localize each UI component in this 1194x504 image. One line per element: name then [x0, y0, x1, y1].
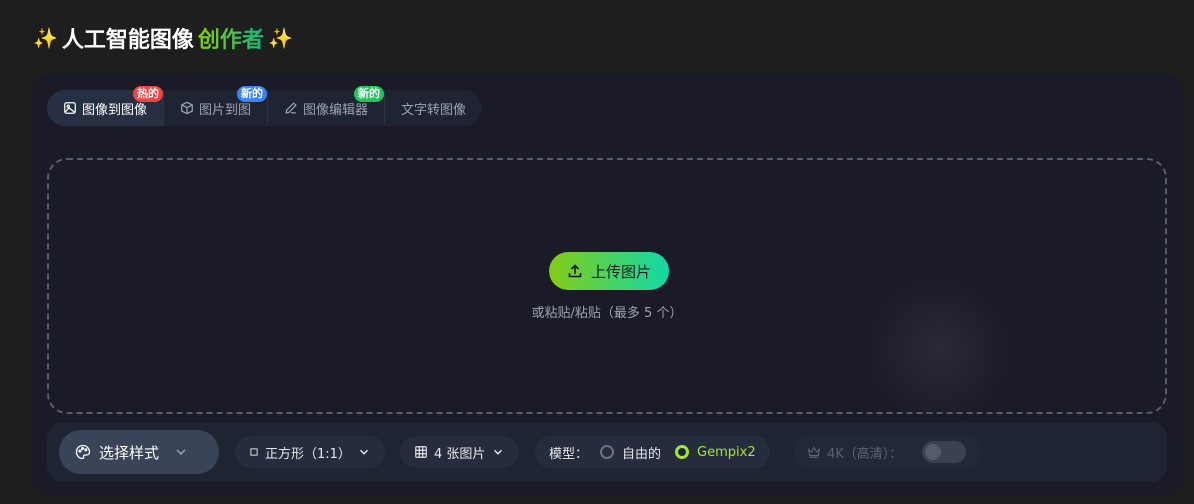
chevron-down-icon — [176, 449, 186, 456]
model-label: 模型： — [549, 446, 589, 462]
crown-icon — [807, 446, 821, 458]
model-option-gempix2[interactable]: Gempix2 — [675, 445, 756, 460]
select-style-button[interactable]: 选择样式 — [59, 430, 219, 474]
hot-badge: 热的 — [133, 86, 164, 102]
upload-icon — [568, 264, 582, 278]
new-badge: 新的 — [237, 86, 268, 102]
upload-image-button[interactable]: 上传图片 — [549, 252, 669, 290]
creator-panel: 图像到图像 热的 图片到图 新的 图像编辑器 新的 文字转图像 上传图片 或粘贴… — [30, 74, 1184, 496]
sparkle-icon: ✨ — [33, 26, 58, 50]
aspect-label: 正方形（1:1） — [265, 446, 351, 462]
image-count-select[interactable]: 4 张图片 — [400, 436, 520, 468]
title-highlight: 创作者 — [198, 22, 264, 54]
aspect-ratio-select[interactable]: 正方形（1:1） — [235, 436, 385, 468]
palette-icon — [75, 444, 91, 460]
new-badge: 新的 — [354, 86, 385, 102]
tab-image-editor[interactable]: 图像编辑器 新的 — [268, 86, 386, 126]
square-icon — [250, 448, 258, 456]
sparkle-icon: ✨ — [267, 26, 293, 50]
model-option-label: Gempix2 — [697, 444, 756, 460]
chevron-down-icon — [494, 449, 503, 455]
tab-text-to-image[interactable]: 文字转图像 — [385, 90, 482, 126]
cube-icon — [181, 101, 193, 115]
radio-unselected[interactable] — [600, 445, 615, 459]
upload-hint: 或粘贴/粘贴（最多 5 个） — [531, 306, 683, 321]
page-title: ✨ 人工智能图像 创作者 ✨ — [33, 22, 293, 54]
toggle-knob — [925, 444, 942, 460]
count-label: 4 张图片 — [434, 446, 486, 462]
upload-dropzone[interactable]: 上传图片 或粘贴/粘贴（最多 5 个） — [47, 158, 1167, 420]
tab-label: 文字转图像 — [401, 102, 467, 118]
hd-toggle[interactable] — [922, 441, 967, 463]
style-label: 选择样式 — [99, 443, 160, 462]
hd-toggle-group: 4K（高清）： — [793, 436, 981, 468]
hd-label: 4K（高清）： — [827, 446, 903, 462]
mode-tabs: 图像到图像 热的 图片到图 新的 图像编辑器 新的 文字转图像 — [47, 86, 483, 126]
upload-label: 上传图片 — [590, 262, 651, 281]
radio-selected[interactable] — [675, 445, 690, 459]
title-text: 人工智能图像 — [61, 28, 194, 53]
chevron-down-icon — [359, 449, 368, 455]
pencil-icon — [285, 102, 297, 114]
image-icon — [64, 102, 76, 114]
tab-image-to-image[interactable]: 图像到图像 热的 — [47, 86, 165, 126]
model-selector: 模型： 自由的 Gempix2 — [535, 436, 770, 468]
background-glow — [859, 280, 1019, 420]
grid-icon — [415, 446, 427, 458]
model-option-free[interactable]: 自由的 — [600, 443, 661, 462]
tab-picture-to-picture[interactable]: 图片到图 新的 — [164, 86, 269, 126]
model-option-label: 自由的 — [622, 446, 662, 462]
options-toolbar: 选择样式 正方形（1:1） 4 张图片 模型： 自由的 Gempix2 4K（高… — [47, 422, 1167, 482]
